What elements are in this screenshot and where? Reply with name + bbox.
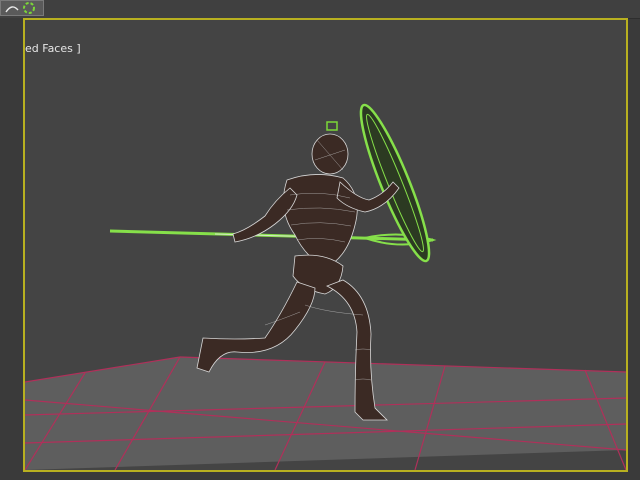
floor-plane bbox=[25, 357, 626, 470]
viewport-scene bbox=[25, 103, 626, 470]
left-gutter bbox=[0, 18, 23, 480]
toolbar-strip bbox=[0, 0, 640, 19]
spear-prop bbox=[109, 229, 437, 246]
selection-marker bbox=[326, 121, 338, 131]
curve-editor-button[interactable] bbox=[0, 0, 44, 16]
viewport-label[interactable]: ed Faces ] bbox=[25, 42, 81, 55]
curve-editor-icon bbox=[2, 1, 42, 15]
shield-prop bbox=[359, 103, 431, 263]
perspective-viewport[interactable]: ed Faces ] bbox=[23, 18, 628, 472]
